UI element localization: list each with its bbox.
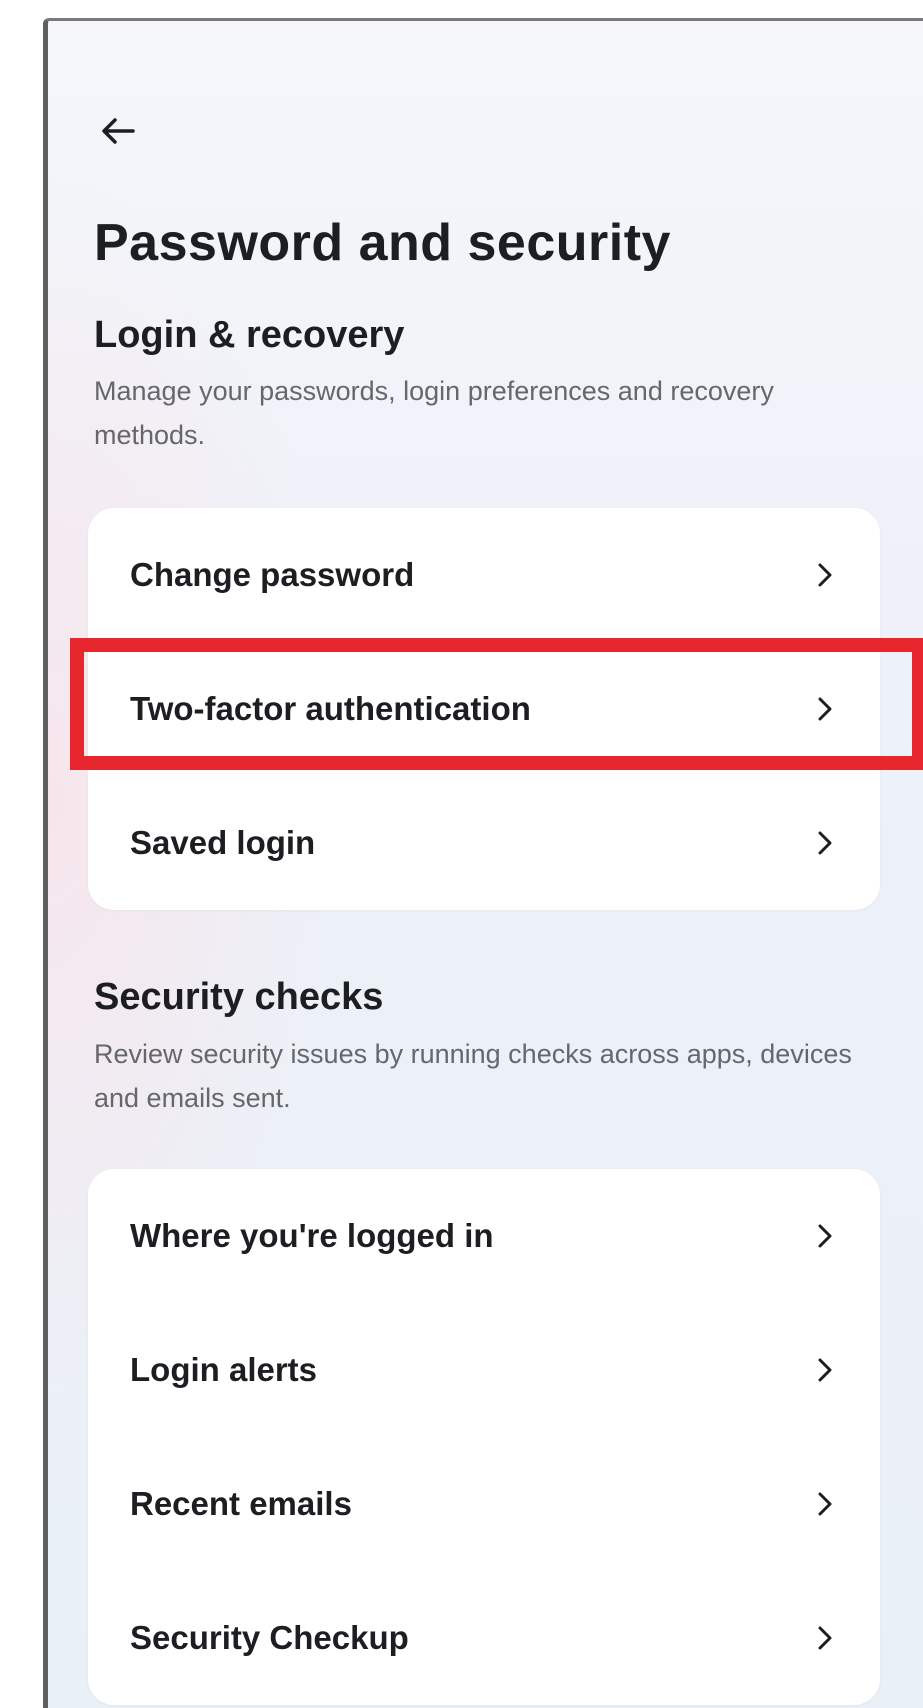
chevron-right-icon [816,1489,834,1519]
settings-panel: Password and security Login & recovery M… [43,18,923,1708]
where-logged-in-item[interactable]: Where you're logged in [88,1169,880,1303]
recent-emails-label: Recent emails [130,1485,352,1522]
login-recovery-title: Login & recovery [94,314,405,356]
chevron-right-icon [816,560,834,590]
arrow-left-icon [102,118,135,144]
change-password-label: Change password [130,556,415,593]
two-factor-authentication-item[interactable]: Two-factor authentication [88,642,880,776]
security-checks-title: Security checks [94,976,384,1018]
login-alerts-label: Login alerts [130,1351,318,1388]
login-recovery-card: Change password Two-factor authenticatio… [88,508,880,910]
chevron-right-icon [816,1221,834,1251]
recent-emails-item[interactable]: Recent emails [88,1437,880,1571]
security-checkup-item[interactable]: Security Checkup [88,1571,880,1705]
where-logged-in-label: Where you're logged in [130,1217,494,1254]
page-title: Password and security [94,214,671,272]
chevron-right-icon [816,828,834,858]
chevron-right-icon [816,1623,834,1653]
saved-login-label: Saved login [130,824,316,861]
chevron-right-icon [816,694,834,724]
security-checks-card: Where you're logged in Login alerts Rece… [88,1169,880,1705]
two-factor-authentication-label: Two-factor authentication [130,690,531,727]
change-password-item[interactable]: Change password [88,508,880,642]
chevron-right-icon [816,1355,834,1385]
login-recovery-description: Manage your passwords, login preferences… [94,376,774,450]
back-button[interactable] [98,111,138,151]
saved-login-item[interactable]: Saved login [88,776,880,910]
security-checkup-label: Security Checkup [130,1619,409,1656]
login-alerts-item[interactable]: Login alerts [88,1303,880,1437]
security-checks-description: Review security issues by running checks… [94,1039,852,1113]
